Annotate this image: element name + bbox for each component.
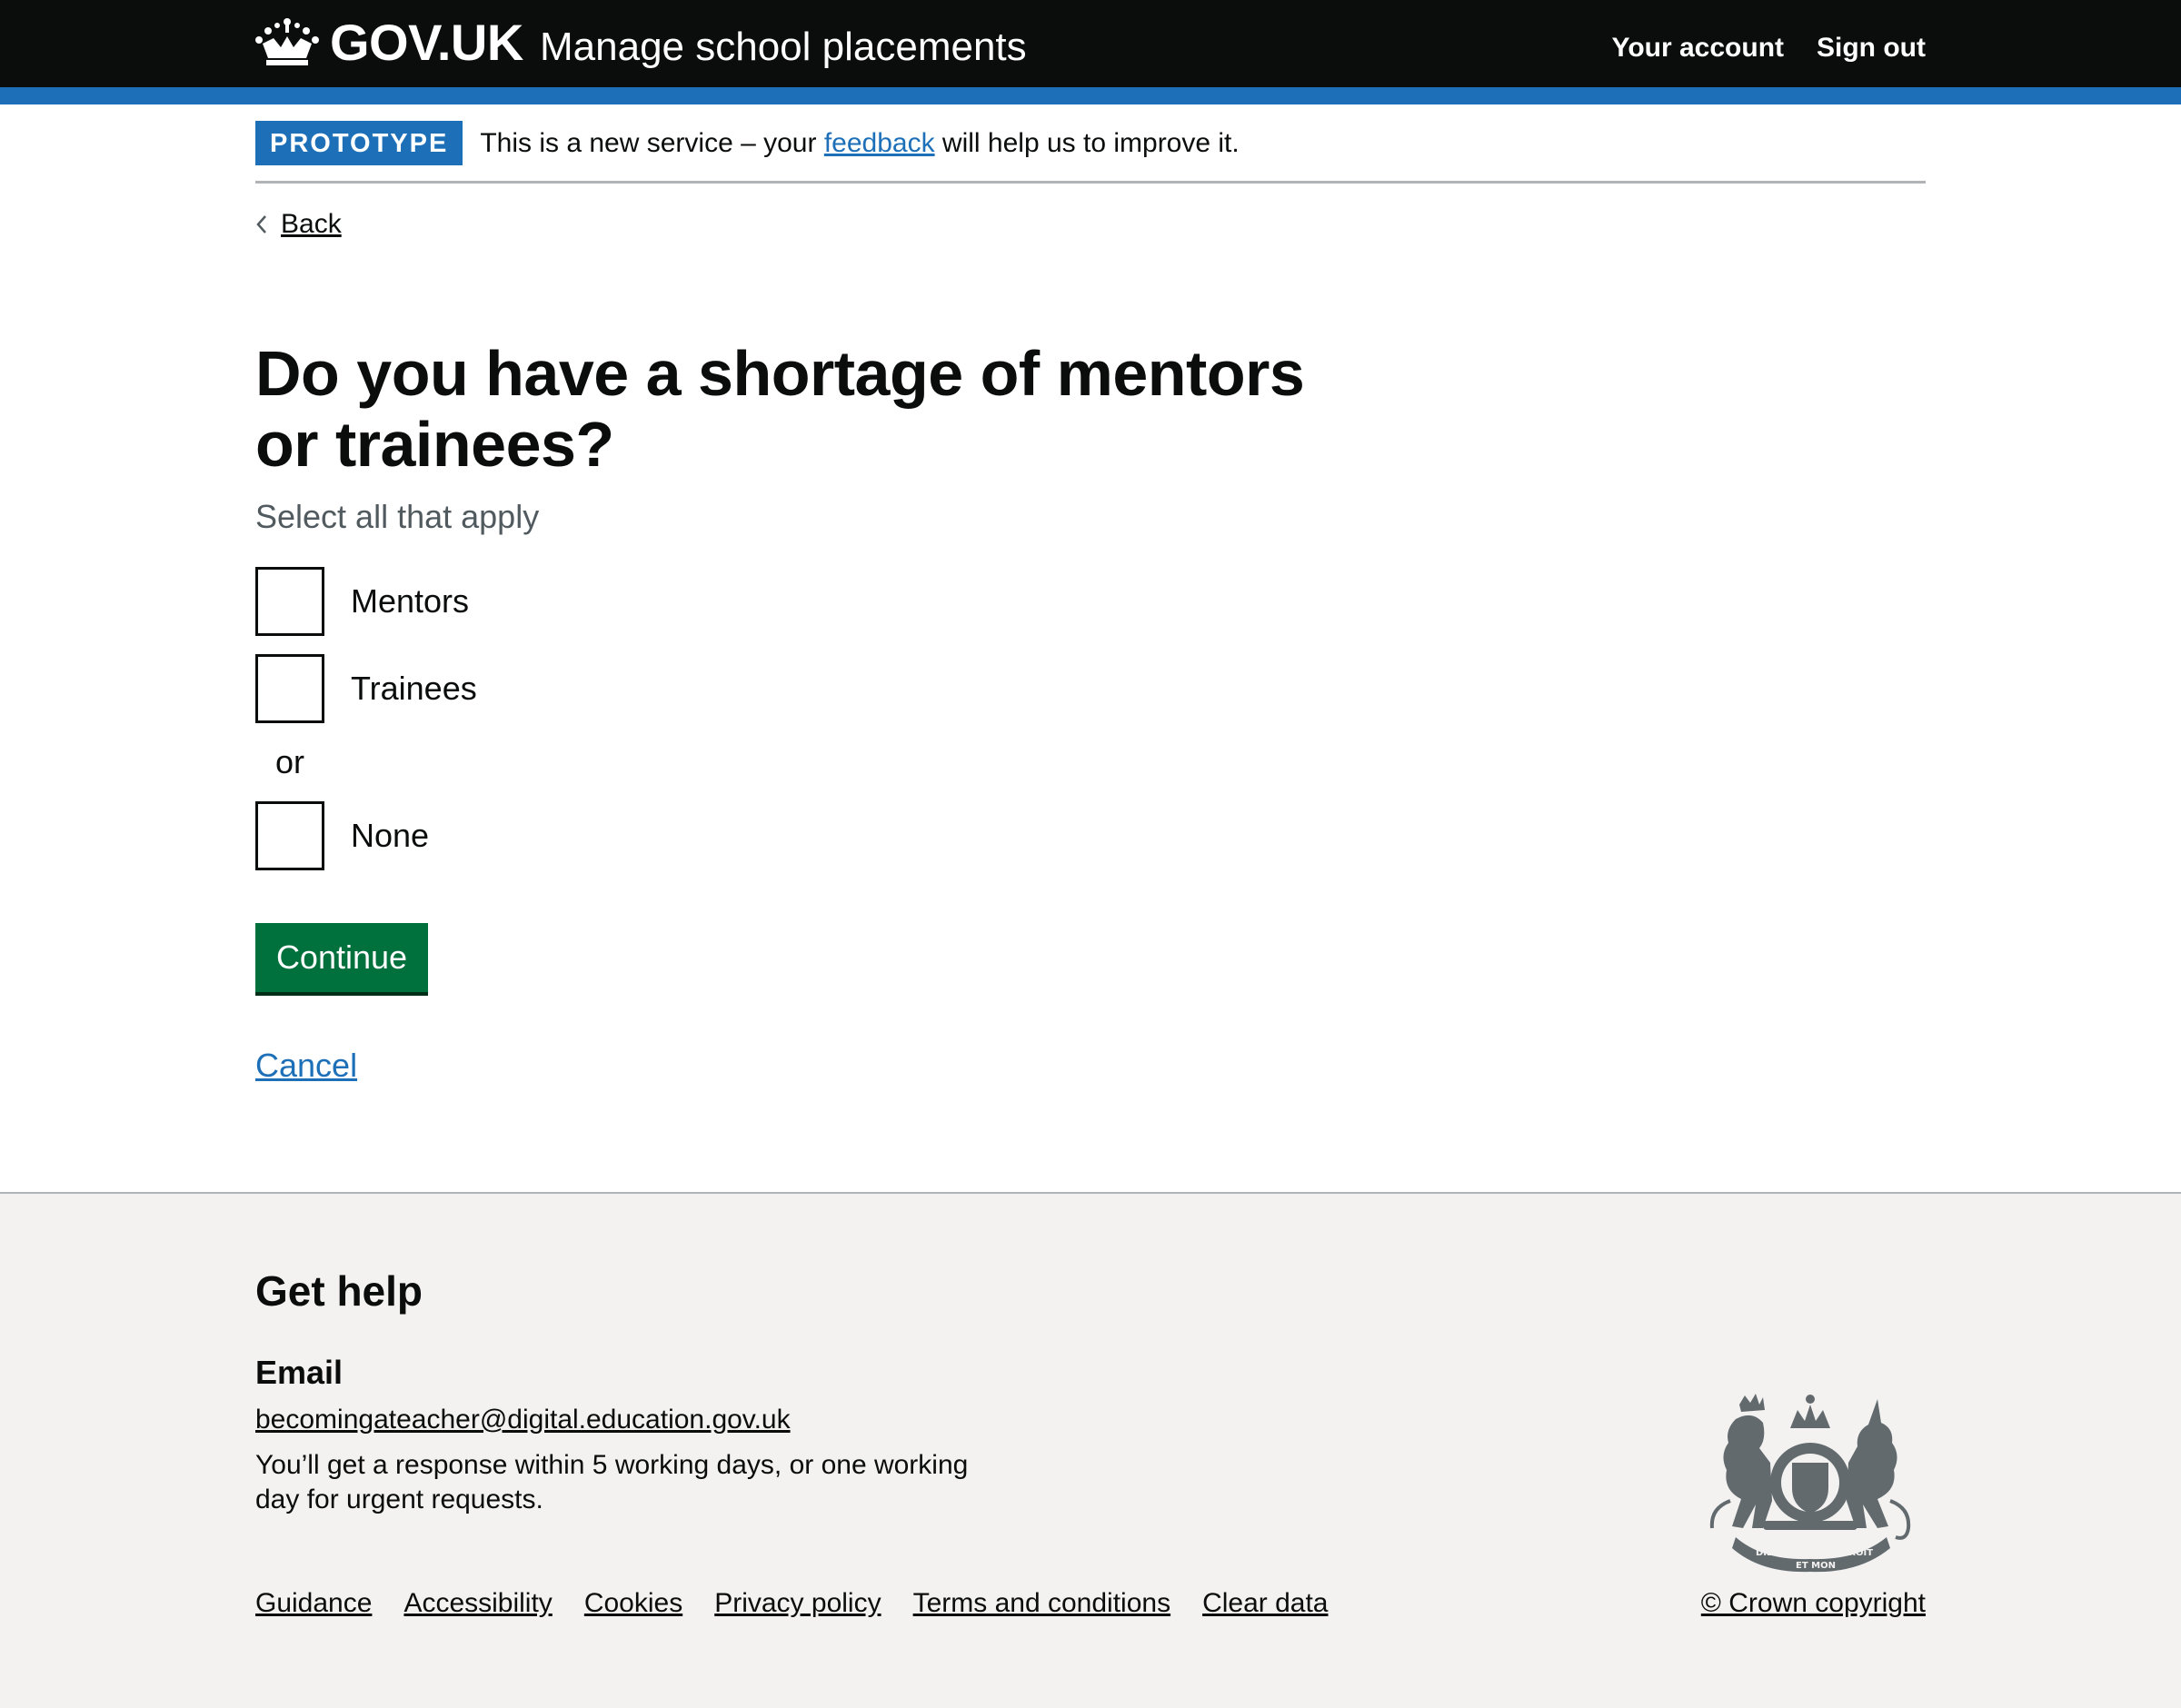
back-link-label: Back (281, 209, 342, 239)
crest-motto-left: DIEU (1756, 1548, 1780, 1558)
footer-email-heading: Email (255, 1354, 344, 1391)
footer-link-accessibility[interactable]: Accessibility (403, 1588, 552, 1619)
crown-icon (255, 18, 319, 65)
footer-links: Guidance Accessibility Cookies Privacy p… (255, 1588, 1329, 1619)
prototype-tag: PROTOTYPE (255, 121, 463, 165)
phase-banner: PROTOTYPE This is a new service – your f… (255, 121, 1926, 184)
crest-motto-right: DROIT (1841, 1548, 1873, 1558)
checkbox-label[interactable]: Mentors (351, 582, 469, 621)
cancel-link[interactable]: Cancel (255, 1047, 357, 1085)
phase-text-after: will help us to improve it. (934, 128, 1240, 158)
checkbox-trainees[interactable]: Trainees (255, 654, 477, 723)
back-link[interactable]: Back (255, 209, 342, 240)
footer-link-privacy[interactable]: Privacy policy (714, 1588, 881, 1619)
page-title: Do you have a shortage of mentors or tra… (255, 338, 1305, 480)
govuk-logotype: GOV.UK (330, 13, 523, 71)
checkbox-mentors[interactable]: Mentors (255, 567, 469, 636)
response-time-text: You’ll get a response within 5 working d… (255, 1450, 969, 1514)
site-header: GOV.UK Manage school placements Your acc… (0, 0, 2181, 87)
checkbox-label[interactable]: Trainees (351, 670, 477, 708)
checkbox-input[interactable] (255, 567, 324, 636)
header-blue-bar (0, 87, 2181, 104)
your-account-link[interactable]: Your account (1612, 33, 1784, 64)
site-footer: Get help Email becomingateacher@digital.… (0, 1192, 2181, 1708)
header-nav: Your account Sign out (1612, 33, 1926, 64)
sign-out-link[interactable]: Sign out (1817, 33, 1926, 64)
royal-coat-of-arms-icon: DIEU ET MON DROIT (1709, 1394, 1911, 1573)
checkbox-divider: or (275, 743, 305, 780)
continue-button[interactable]: Continue (255, 923, 428, 992)
checkbox-input[interactable] (255, 801, 324, 870)
footer-link-cookies[interactable]: Cookies (584, 1588, 682, 1619)
crest-motto-middle: ET MON (1796, 1561, 1836, 1571)
checkbox-label[interactable]: None (351, 817, 429, 855)
support-email-link[interactable]: becomingateacher@digital.education.gov.u… (255, 1405, 791, 1435)
phase-banner-text: This is a new service – your feedback wi… (480, 128, 1239, 159)
service-name[interactable]: Manage school placements (540, 20, 1027, 74)
checkbox-input[interactable] (255, 654, 324, 723)
chevron-left-icon (256, 215, 266, 233)
footer-link-guidance[interactable]: Guidance (255, 1588, 372, 1619)
footer-heading: Get help (255, 1267, 423, 1315)
checkbox-none[interactable]: None (255, 801, 429, 870)
footer-link-terms[interactable]: Terms and conditions (913, 1588, 1170, 1619)
footer-link-clear-data[interactable]: Clear data (1202, 1588, 1328, 1619)
checkbox-hint: Select all that apply (255, 498, 540, 535)
feedback-link[interactable]: feedback (824, 128, 935, 158)
govuk-logo-link[interactable]: GOV.UK (255, 13, 523, 71)
phase-text-before: This is a new service – your (480, 128, 824, 158)
crown-copyright-link[interactable]: © Crown copyright (1701, 1588, 1926, 1619)
